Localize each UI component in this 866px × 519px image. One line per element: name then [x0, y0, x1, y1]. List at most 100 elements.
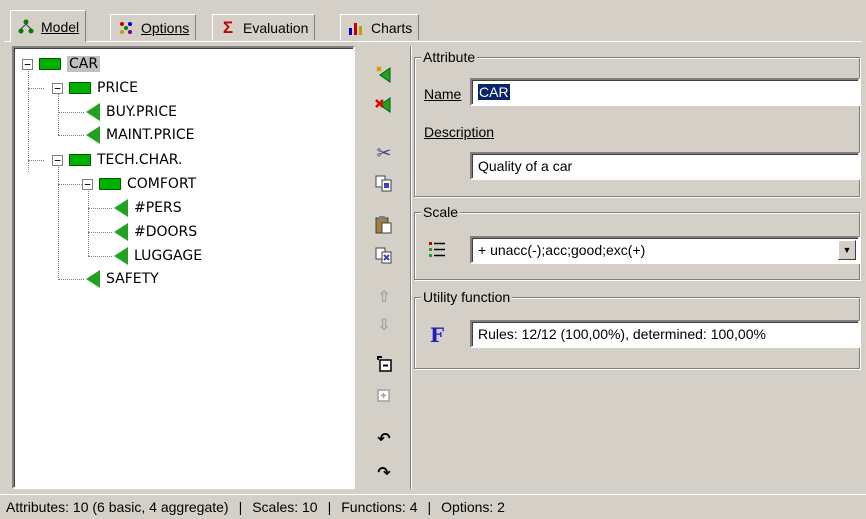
add-attribute-icon — [376, 66, 391, 83]
duplicate-icon — [375, 247, 392, 264]
chart-icon — [347, 19, 365, 37]
tab-bar: Model Options Σ Evaluation Charts — [4, 8, 862, 42]
tree-connector — [58, 164, 59, 280]
scale-list-icon — [429, 242, 445, 257]
tree-node-label: COMFORT — [127, 176, 197, 192]
tree-node-comfort[interactable]: − COMFORT — [82, 173, 196, 195]
collapse-icon[interactable]: − — [22, 58, 33, 70]
edit-toolbar: ✂ ⇧ ⇩ ↶ ↷ — [358, 46, 410, 489]
hierarchy-icon — [17, 18, 35, 36]
status-separator: | — [238, 499, 243, 515]
name-label-text: Name — [424, 86, 462, 102]
expand-all-button[interactable] — [371, 383, 397, 409]
paste-button[interactable] — [371, 212, 397, 238]
tab-options[interactable]: Options — [110, 14, 197, 40]
collapse-icon[interactable]: − — [52, 82, 63, 94]
name-field-value: CAR — [478, 84, 510, 100]
chevron-down-icon[interactable]: ▼ — [838, 240, 856, 260]
edit-function-button[interactable]: F — [424, 322, 450, 348]
basic-attribute-icon — [114, 247, 128, 265]
tab-model-label: Model — [41, 18, 80, 35]
delete-attribute-icon — [375, 97, 391, 113]
collapse-icon[interactable]: − — [52, 154, 63, 166]
tree-connector — [88, 208, 112, 209]
tree-connector — [28, 160, 44, 161]
aggregate-attribute-icon — [39, 58, 61, 70]
tab-charts-label: Charts — [371, 19, 413, 36]
undo-button[interactable]: ↶ — [371, 426, 397, 452]
tree-node-label: PRICE — [97, 80, 138, 96]
tree-node-price[interactable]: − PRICE — [52, 77, 138, 99]
redo-button[interactable]: ↷ — [371, 460, 397, 486]
tab-model[interactable]: Model — [10, 10, 87, 42]
arrow-up-icon: ⇧ — [377, 289, 391, 306]
basic-attribute-icon — [86, 126, 100, 144]
redo-icon: ↷ — [377, 465, 391, 482]
duplicate-button[interactable] — [371, 242, 397, 268]
collapse-all-button[interactable] — [371, 351, 397, 377]
tree-node-label: LUGGAGE — [134, 248, 203, 264]
delete-attribute-button[interactable] — [371, 92, 397, 118]
status-separator: | — [427, 499, 432, 515]
expand-tree-icon — [377, 389, 390, 402]
options-icon — [117, 19, 135, 37]
attribute-group-title: Attribute — [421, 49, 478, 65]
name-label: Name — [424, 86, 461, 102]
status-scales: Scales: 10 — [252, 499, 318, 515]
tree-connector — [88, 256, 112, 257]
tree-node-pers[interactable]: #PERS — [110, 197, 182, 219]
description-label: Description — [424, 124, 494, 140]
sigma-icon: Σ — [222, 17, 234, 37]
utility-function-value: Rules: 12/12 (100,00%), determined: 100,… — [478, 326, 766, 342]
panel-splitter[interactable] — [410, 46, 412, 489]
scale-select-value: + unacc(-);acc;good;exc(+) — [478, 242, 646, 258]
tree-node-safety[interactable]: SAFETY — [82, 268, 159, 290]
status-separator: | — [327, 499, 332, 515]
tab-options-label: Options — [141, 19, 190, 36]
tab-evaluation-label: Evaluation — [243, 19, 309, 36]
model-tree[interactable]: − CAR − PRICE BUY.PRICE MAINT.PRICE − TE… — [12, 46, 355, 489]
tab-charts[interactable]: Charts — [340, 14, 420, 40]
name-field[interactable]: CAR — [470, 78, 860, 106]
description-label-text: Description — [424, 124, 495, 140]
tree-node-label: BUY.PRICE — [106, 104, 177, 120]
tree-node-buy-price[interactable]: BUY.PRICE — [82, 101, 177, 123]
aggregate-attribute-icon — [69, 154, 91, 166]
edit-scale-button[interactable] — [424, 236, 450, 262]
tree-node-maint-price[interactable]: MAINT.PRICE — [82, 124, 195, 146]
description-field[interactable]: Quality of a car — [470, 152, 860, 180]
scale-group-title: Scale — [421, 204, 461, 220]
arrow-down-icon: ⇩ — [377, 317, 391, 334]
tree-node-luggage[interactable]: LUGGAGE — [110, 245, 202, 267]
tree-connector — [58, 112, 84, 113]
tree-connector — [28, 68, 29, 172]
tree-node-car[interactable]: − CAR — [22, 53, 101, 75]
paste-icon — [375, 216, 392, 234]
tree-node-label: MAINT.PRICE — [106, 127, 195, 143]
scissors-icon: ✂ — [376, 142, 392, 163]
tree-connector — [88, 232, 112, 233]
scale-select[interactable]: + unacc(-);acc;good;exc(+) ▼ — [470, 236, 860, 264]
status-attributes: Attributes: 10 (6 basic, 4 aggregate) — [6, 499, 229, 515]
tree-node-tech-char[interactable]: − TECH.CHAR. — [52, 149, 182, 171]
tree-connector — [58, 135, 84, 136]
tree-connector — [88, 188, 89, 256]
status-bar: Attributes: 10 (6 basic, 4 aggregate) | … — [0, 494, 866, 519]
move-down-button[interactable]: ⇩ — [371, 312, 397, 338]
tree-connector — [28, 88, 44, 89]
tree-node-doors[interactable]: #DOORS — [110, 221, 197, 243]
cut-button[interactable]: ✂ — [371, 140, 397, 166]
aggregate-attribute-icon — [69, 82, 91, 94]
move-up-button[interactable]: ⇧ — [371, 284, 397, 310]
utility-group-title: Utility function — [421, 289, 513, 305]
tab-evaluation[interactable]: Σ Evaluation — [212, 14, 316, 40]
copy-button[interactable] — [371, 170, 397, 196]
status-functions: Functions: 4 — [341, 499, 418, 515]
tree-node-label: SAFETY — [106, 271, 159, 287]
utility-function-field[interactable]: Rules: 12/12 (100,00%), determined: 100,… — [470, 320, 860, 348]
function-icon: F — [429, 323, 445, 347]
collapse-icon[interactable]: − — [82, 178, 93, 190]
add-attribute-button[interactable] — [371, 62, 397, 88]
description-field-value: Quality of a car — [478, 158, 573, 174]
basic-attribute-icon — [114, 199, 128, 217]
